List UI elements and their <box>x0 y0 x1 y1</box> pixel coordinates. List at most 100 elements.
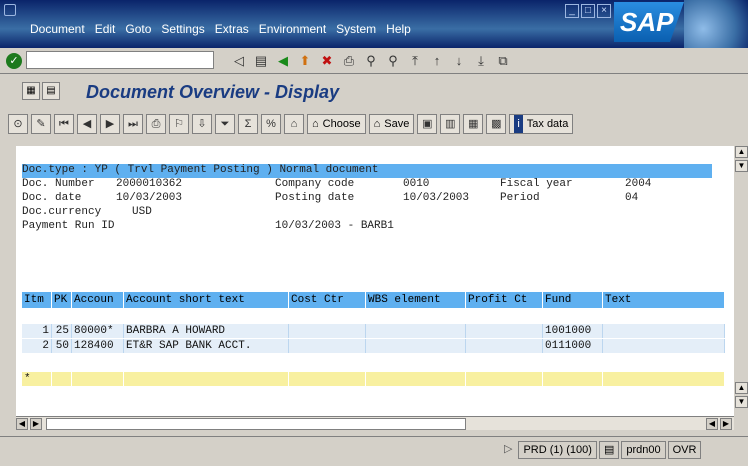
print-icon[interactable]: ⎙ <box>340 52 358 70</box>
system-menu-icon[interactable] <box>4 4 16 16</box>
vertical-scrollbar[interactable]: ▲ ▼ ▲ ▼ <box>735 146 748 416</box>
document-icon[interactable]: ▦ <box>22 82 40 100</box>
find-icon[interactable]: ⚲ <box>362 52 380 70</box>
next-page-icon[interactable]: ↓ <box>450 52 468 70</box>
funnel-icon[interactable]: ⏷ <box>215 114 235 134</box>
find-next-icon[interactable]: ⚲ <box>384 52 402 70</box>
tax-data-button[interactable]: i Tax data <box>509 114 574 134</box>
filter-icon[interactable]: ⚐ <box>169 114 189 134</box>
logo-wave-graphic <box>684 0 748 48</box>
table-row[interactable]: 1 25 80000* BARBRA A HOWARD 1001000 <box>22 324 725 338</box>
spreadsheet-icon[interactable]: ▣ <box>417 114 438 134</box>
menu-system[interactable]: System <box>336 22 376 36</box>
document-content: Doc.type : YP ( Trvl Payment Posting ) N… <box>16 146 734 416</box>
scroll-up-icon[interactable]: ▲ <box>735 146 748 158</box>
cell-pk: 25 <box>52 324 72 338</box>
col-pk[interactable]: PK <box>52 292 72 308</box>
choose-button[interactable]: ⌂ Choose <box>307 114 366 134</box>
menu-settings[interactable]: Settings <box>161 22 204 36</box>
expand-status-icon[interactable]: ▷ <box>500 441 517 459</box>
doc-type-line: Doc.type : YP ( Trvl Payment Posting ) N… <box>22 164 379 176</box>
col-fund[interactable]: Fund <box>543 292 603 308</box>
previous-item-icon[interactable]: ◀ <box>77 114 97 134</box>
scroll-thumb[interactable] <box>46 418 466 430</box>
cell-text <box>603 339 725 353</box>
exit-icon[interactable]: ⬆ <box>296 52 314 70</box>
info-icon: i <box>514 115 523 133</box>
next-item-icon[interactable]: ▶ <box>100 114 120 134</box>
app-toolbar-buttons: ⊙ ✎ ⏮ ◀ ▶ ⏭ ⎙ ⚐ ⇩ ⏷ Σ % ⌂ ⌂ Choose ⌂ Save … <box>8 114 574 134</box>
command-field[interactable] <box>26 51 214 69</box>
cell-profit-ctr <box>466 339 543 353</box>
doc-currency-value: USD <box>132 206 152 218</box>
tax-data-label: Tax data <box>526 118 569 130</box>
last-page-icon[interactable]: ⤓ <box>472 52 490 70</box>
application-toolbar: ⊙ ✎ ⏮ ◀ ▶ ⏭ ⎙ ⚐ ⇩ ⏷ Σ % ⌂ ⌂ Choose ⌂ Save … <box>0 110 748 140</box>
word-processing-icon[interactable]: ▥ <box>440 114 461 134</box>
cell-fund <box>543 372 603 386</box>
enter-icon[interactable]: ✓ <box>6 53 22 69</box>
first-item-icon[interactable]: ⏮ <box>54 114 74 134</box>
cancel-icon[interactable]: ✖ <box>318 52 336 70</box>
doc-currency-label: Doc.currency <box>22 206 102 218</box>
col-cost-ctr[interactable]: Cost Ctr <box>289 292 366 308</box>
company-code-value: 0010 <box>403 178 430 190</box>
display-icon[interactable]: ⊙ <box>8 114 28 134</box>
calculator-icon[interactable]: ▩ <box>486 114 507 134</box>
scroll-down-icon[interactable]: ▼ <box>735 160 748 172</box>
table-row[interactable]: 2 50 128400 ET&R SAP BANK ACCT. 0111000 <box>22 339 725 353</box>
previous-page-icon[interactable]: ↑ <box>428 52 446 70</box>
payment-run-label: Payment Run ID <box>22 220 115 232</box>
menu-environment[interactable]: Environment <box>259 22 326 36</box>
system-info: PRD (1) (100) <box>518 441 597 459</box>
table-row-empty[interactable]: * <box>22 372 725 386</box>
print-icon[interactable]: ⎙ <box>146 114 166 134</box>
last-item-icon[interactable]: ⏭ <box>123 114 143 134</box>
local-file-icon[interactable]: ▦ <box>463 114 484 134</box>
col-wbs-element[interactable]: WBS element <box>366 292 466 308</box>
col-itm[interactable]: Itm <box>22 292 52 308</box>
scroll-right-icon[interactable]: ▶ <box>30 418 42 430</box>
standard-toolbar: ✓ ◁ ▤ ◀ ⬆ ✖ ⎙ ⚲ ⚲ ⤒ ↑ ↓ ⤓ ⧉ <box>0 48 748 74</box>
close-icon[interactable]: × <box>597 4 611 18</box>
edit-pencil-icon[interactable]: ✎ <box>31 114 51 134</box>
scroll-left-end-icon[interactable]: ◀ <box>706 418 718 430</box>
table-scroll-up-icon[interactable]: ▲ <box>735 382 748 394</box>
cell-itm: * <box>22 372 52 386</box>
cell-wbs <box>366 324 466 338</box>
display-icon[interactable]: ▤ <box>42 82 60 100</box>
choose-label: Choose <box>322 118 361 130</box>
cell-profit-ctr <box>466 372 543 386</box>
minimize-icon[interactable]: _ <box>565 4 579 18</box>
doc-date-value: 10/03/2003 <box>116 192 183 204</box>
menu-extras[interactable]: Extras <box>215 22 249 36</box>
back-icon[interactable]: ◀ <box>274 52 292 70</box>
menu-help[interactable]: Help <box>386 22 411 36</box>
first-page-icon[interactable]: ⤒ <box>406 52 424 70</box>
table-scroll-down-icon[interactable]: ▼ <box>735 396 748 408</box>
back-arrow-icon[interactable]: ◁ <box>230 52 248 70</box>
col-text[interactable]: Text <box>603 292 725 308</box>
doc-number-label: Doc. Number <box>22 178 95 190</box>
menu-document[interactable]: Document <box>30 22 85 36</box>
col-account[interactable]: Accoun <box>72 292 124 308</box>
horizontal-scrollbar[interactable]: ◀ ▶ ◀ ▶ <box>16 416 734 430</box>
sum-icon[interactable]: Σ <box>238 114 258 134</box>
scroll-left-icon[interactable]: ◀ <box>16 418 28 430</box>
menu-goto[interactable]: Goto <box>125 22 151 36</box>
maximize-icon[interactable]: □ <box>581 4 595 18</box>
system-info-icon[interactable]: ▤ <box>598 441 620 459</box>
new-session-icon[interactable]: ⧉ <box>494 52 512 70</box>
cell-cost-ctr <box>289 324 366 338</box>
scroll-right-end-icon[interactable]: ▶ <box>720 418 732 430</box>
cell-account <box>72 372 124 386</box>
menu-edit[interactable]: Edit <box>95 22 116 36</box>
layout-icon[interactable]: ⌂ <box>284 114 304 134</box>
save-label: Save <box>384 118 410 130</box>
save-layout-button[interactable]: ⌂ Save <box>368 114 415 134</box>
col-account-short-text[interactable]: Account short text <box>124 292 289 308</box>
export-icon[interactable]: ⇩ <box>192 114 212 134</box>
save-icon[interactable]: ▤ <box>252 52 270 70</box>
col-profit-ctr[interactable]: Profit Ct <box>466 292 543 308</box>
subtotal-icon[interactable]: % <box>261 114 281 134</box>
